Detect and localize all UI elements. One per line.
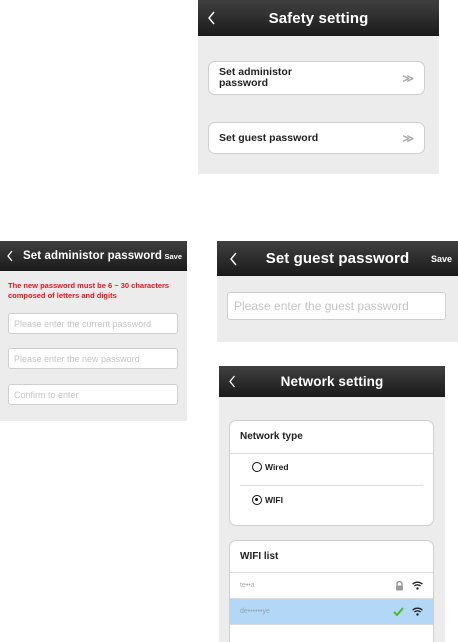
divider xyxy=(230,624,433,625)
page-title: Set administor password xyxy=(23,250,163,262)
admin-navbar: Set administor password Save xyxy=(0,241,187,271)
confirm-password-input[interactable]: Confirm to enter xyxy=(8,384,178,405)
guest-navbar: Set guest password Save xyxy=(217,241,458,276)
wifi-list-card: WIFI list te••a de••••••ye xyxy=(229,540,434,642)
wifi-signal-icon xyxy=(412,607,423,616)
back-chevron-icon xyxy=(208,11,215,25)
current-password-input[interactable]: Please enter the current password xyxy=(8,313,178,334)
double-chevron-icon: ≫ xyxy=(402,132,414,145)
page-title: Safety setting xyxy=(268,9,369,27)
radio-button-selected[interactable] xyxy=(252,495,262,505)
safety-setting-screen: Safety setting Set administor password ≫… xyxy=(198,0,439,174)
password-rule-note: The new password must be 6 ~ 30 characte… xyxy=(8,281,170,300)
save-button[interactable]: Save xyxy=(431,241,452,276)
wifi-network-row[interactable]: te••a xyxy=(230,573,433,598)
lock-icon xyxy=(396,580,403,590)
wifi-label: WIFI xyxy=(265,495,283,505)
safety-navbar: Safety setting xyxy=(198,0,439,36)
wifi-network-row-selected[interactable]: de••••••ye xyxy=(230,599,433,624)
divider xyxy=(240,485,423,486)
wired-label: Wired xyxy=(265,462,289,472)
page-title: Set guest password xyxy=(265,250,410,267)
check-icon xyxy=(393,607,404,616)
wifi-ssid: te••a xyxy=(240,582,255,589)
save-button[interactable]: Save xyxy=(164,241,182,271)
double-chevron-icon: ≫ xyxy=(402,72,414,85)
network-setting-screen: Network setting Network type Wired WIFI … xyxy=(219,366,445,642)
wired-option[interactable]: Wired xyxy=(252,462,289,472)
new-password-input[interactable]: Please enter the new password xyxy=(8,348,178,369)
network-navbar: Network setting xyxy=(219,366,445,397)
back-button[interactable] xyxy=(198,0,226,36)
wifi-option[interactable]: WIFI xyxy=(252,495,283,505)
set-guest-password-item[interactable]: Set guest password ≫ xyxy=(208,122,425,154)
set-guest-password-label: Set guest password xyxy=(219,132,319,144)
guest-password-input[interactable]: Please enter the guest password xyxy=(227,292,446,320)
wifi-signal-icon xyxy=(412,581,423,590)
wifi-ssid: de••••••ye xyxy=(240,608,270,615)
divider xyxy=(230,453,433,454)
guest-password-screen: Set guest password Save Please enter the… xyxy=(217,241,458,342)
wifi-list-title: WIFI list xyxy=(240,551,279,562)
set-admin-password-label: Set administor password xyxy=(219,66,292,89)
admin-password-screen: Set administor password Save The new pas… xyxy=(0,241,187,421)
radio-button[interactable] xyxy=(252,462,262,472)
set-admin-password-item[interactable]: Set administor password ≫ xyxy=(208,61,425,95)
page-title: Network setting xyxy=(280,374,384,389)
network-type-title: Network type xyxy=(240,431,303,442)
network-type-card: Network type Wired WIFI xyxy=(229,420,434,526)
